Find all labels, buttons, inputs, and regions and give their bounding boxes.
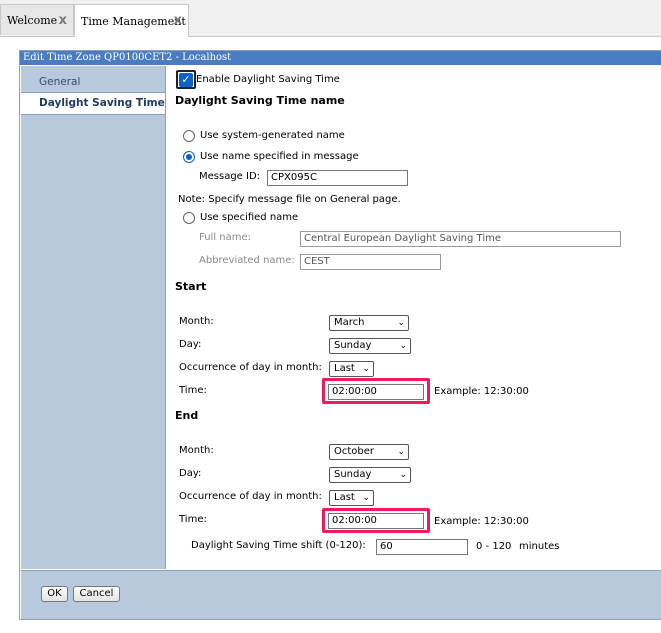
close-icon[interactable]: x [59,13,67,28]
dst-name-heading: Daylight Saving Time name [175,94,345,107]
start-day-label: Day: [179,339,202,350]
start-time-label: Time: [179,385,207,396]
system-generated-name-radio[interactable] [183,130,195,142]
ok-button[interactable]: OK [41,586,68,602]
end-occurrence-label: Occurrence of day in month: [179,491,322,502]
system-generated-name-label: Use system-generated name [200,130,345,141]
cancel-button[interactable]: Cancel [73,586,120,602]
start-day-select[interactable]: Sunday ⌄ [329,338,411,354]
dst-shift-unit: minutes [519,541,560,552]
end-time-example: Example: 12:30:00 [434,516,529,527]
full-name-input[interactable]: Central European Daylight Saving Time [300,231,621,247]
tab-time-management-label: Time Management [81,14,186,28]
start-occurrence-label: Occurrence of day in month: [179,362,322,373]
sidebar-divider [165,66,166,569]
chevron-down-icon: ⌄ [362,364,370,374]
message-file-note: Note: Specify message file on General pa… [178,194,401,205]
edit-time-zone-dialog: Edit Time Zone QP0100CET2 - Localhost Ge… [19,50,661,620]
enable-dst-label: Enable Daylight Saving Time [196,74,340,85]
specified-name-label: Use specified name [200,212,299,223]
message-id-input[interactable]: CPX095C [267,170,408,186]
end-occurrence-value: Last [334,492,355,503]
sidebar-item-daylight-saving-time[interactable]: Daylight Saving Time [21,92,165,115]
tab-time-management[interactable]: Time Management x [74,4,189,37]
end-day-select[interactable]: Sunday ⌄ [329,467,411,483]
dst-shift-label: Daylight Saving Time shift (0-120): [191,540,366,551]
end-time-input[interactable]: 02:00:00 [328,513,424,529]
start-month-label: Month: [179,316,214,327]
close-icon[interactable]: x [174,13,182,28]
dst-shift-range: 0 - 120 [476,541,512,552]
chevron-down-icon: ⌄ [397,447,405,457]
start-heading: Start [175,280,207,293]
end-month-label: Month: [179,445,214,456]
tab-welcome[interactable]: Welcome x [0,4,74,35]
chevron-down-icon: ⌄ [362,493,370,503]
end-month-select[interactable]: October ⌄ [329,444,409,460]
start-occurrence-select[interactable]: Last ⌄ [329,361,374,377]
specified-name-radio[interactable] [183,212,195,224]
start-occurrence-value: Last [334,363,355,374]
end-time-label: Time: [179,514,207,525]
start-time-input[interactable]: 02:00:00 [328,384,424,400]
abbreviated-name-input[interactable]: CEST [300,254,441,270]
sidebar: General Daylight Saving Time [21,66,165,569]
sidebar-item-label: General [39,76,81,88]
end-heading: End [175,409,199,422]
chevron-down-icon: ⌄ [399,470,407,480]
end-occurrence-select[interactable]: Last ⌄ [329,490,374,506]
start-day-value: Sunday [334,340,372,351]
end-day-label: Day: [179,468,202,479]
chevron-down-icon: ⌄ [397,318,405,328]
dialog-title: Edit Time Zone QP0100CET2 - Localhost [20,51,661,65]
start-time-example: Example: 12:30:00 [434,386,529,397]
message-id-label: Message ID: [199,171,261,182]
start-month-value: March [334,317,365,328]
sidebar-item-general[interactable]: General [21,72,165,93]
end-day-value: Sunday [334,469,372,480]
chevron-down-icon: ⌄ [399,341,407,351]
sidebar-item-label: Daylight Saving Time [39,97,165,109]
dst-shift-input[interactable]: 60 [376,539,468,555]
start-month-select[interactable]: March ⌄ [329,315,409,331]
end-month-value: October [334,446,375,457]
tab-welcome-label: Welcome [7,13,58,27]
abbreviated-name-label: Abbreviated name: [199,255,295,266]
enable-dst-checkbox[interactable]: ✓ [179,73,193,87]
full-name-label: Full name: [199,232,252,243]
message-name-radio[interactable] [183,151,195,163]
tab-bar: Welcome x Time Management x [0,0,661,37]
dialog-footer: OK Cancel [21,570,661,619]
message-name-label: Use name specified in message [200,151,359,162]
